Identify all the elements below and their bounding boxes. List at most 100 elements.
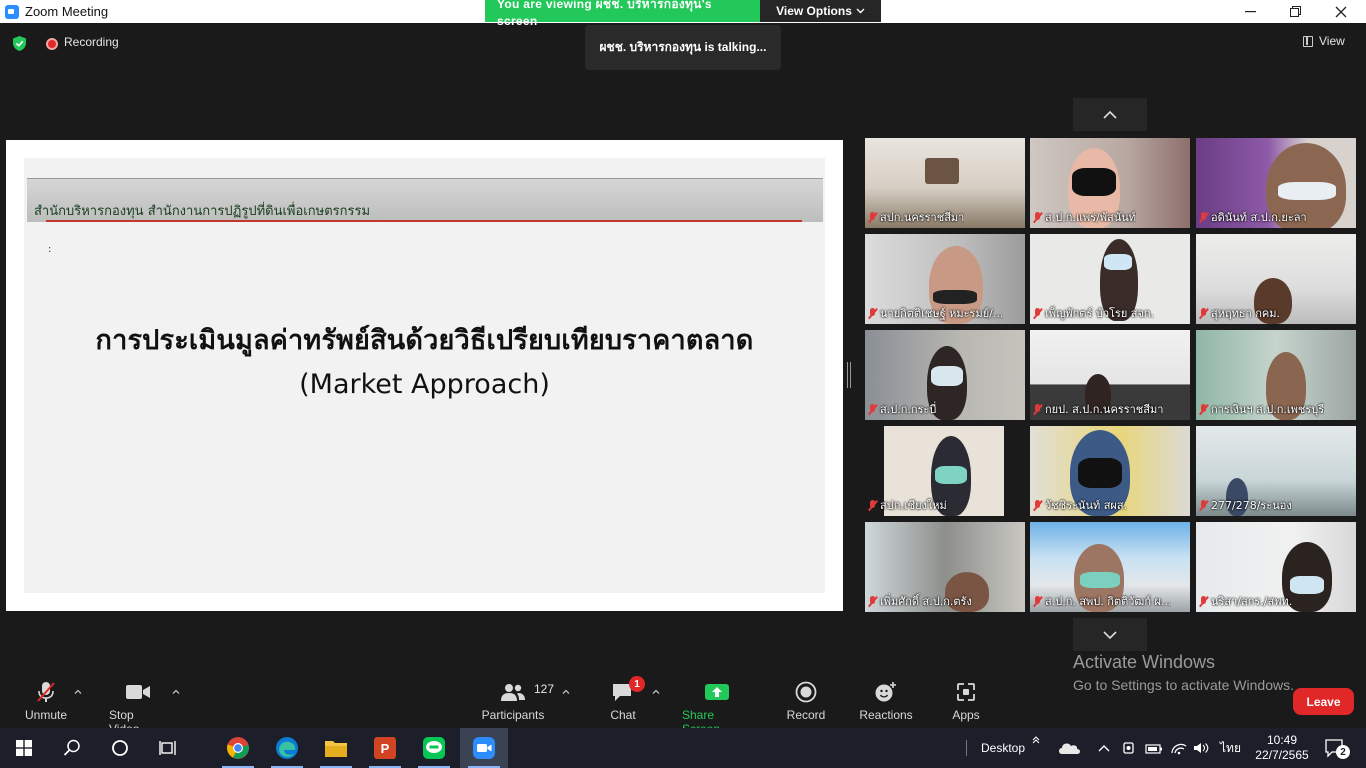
onedrive-tray[interactable] [1057, 728, 1081, 768]
security-shield-icon[interactable] [11, 35, 28, 52]
tile-name: 277/278/ระนอง [1199, 496, 1292, 514]
edge-icon [276, 737, 298, 759]
view-button[interactable]: View [1303, 34, 1345, 48]
tile-name: เพ็ญพักตร์ บัวโรย สจก. [1033, 304, 1154, 322]
tile-name: กยป. ส.ป.ก.นครราชสีมา [1033, 400, 1163, 418]
audio-options-caret[interactable] [74, 686, 82, 697]
taskbar-line[interactable] [410, 728, 458, 768]
reactions-button[interactable]: Reactions [859, 680, 913, 722]
video-tile[interactable]: สปก.เชียงใหม่ [865, 426, 1025, 516]
video-tile[interactable]: นายกิตติเชษฐ์ หมะรมย์/... [865, 234, 1025, 324]
reactions-label: Reactions [859, 708, 913, 722]
powerpoint-icon: P [374, 737, 396, 759]
gallery-page-down-button[interactable] [1073, 618, 1147, 651]
video-tile[interactable]: วัชชิระนันท์ สผส. [1030, 426, 1190, 516]
line-app-icon [423, 737, 445, 759]
slide-bullet: : [48, 244, 52, 255]
video-tile[interactable]: การเงินฯ ส.ป.ก.เพชรบุรี [1196, 330, 1356, 420]
input-language[interactable]: ไทย [1220, 728, 1241, 768]
video-options-caret[interactable] [172, 686, 180, 697]
video-tile[interactable]: เพ็ญพักตร์ บัวโรย สจก. [1030, 234, 1190, 324]
record-button[interactable]: Record [786, 680, 826, 722]
video-tile[interactable]: ส.ป.ก. สพป. กิตติวัฒก์ ผ... [1030, 522, 1190, 612]
desktop-toolbar[interactable]: Desktop [966, 728, 1025, 768]
tile-name: สุหฤทธา กคม. [1199, 304, 1280, 322]
video-tile[interactable]: อดินันท์ ส.ป.ก.ยะลา [1196, 138, 1356, 228]
record-icon [795, 681, 817, 703]
video-tile[interactable]: สปก.นครราชสีมา [865, 138, 1025, 228]
share-screen-icon [705, 684, 729, 700]
video-tile[interactable]: นริสา/สกร./สพท. [1196, 522, 1356, 612]
tile-name: อดินันท์ ส.ป.ก.ยะลา [1199, 208, 1307, 226]
close-button[interactable] [1318, 0, 1364, 23]
video-tile[interactable]: ส.ป.ก.กระบี่ [865, 330, 1025, 420]
chat-options-caret[interactable] [652, 686, 660, 697]
slide-title: การประเมินมูลค่าทรัพย์สินด้วยวิธีเปรียบเ… [95, 325, 754, 356]
tray-icons[interactable] [1122, 728, 1210, 768]
mic-muted-icon [1199, 211, 1208, 223]
tile-name: นริสา/สกร./สพท. [1199, 592, 1292, 610]
minimize-icon [1244, 10, 1256, 12]
viewing-label: You are viewing ผชช. บริหารกองทุน's scre… [485, 0, 760, 28]
mic-muted-icon [1033, 211, 1042, 223]
mic-muted-icon [1199, 403, 1208, 415]
clock-date: 22/7/2565 [1255, 748, 1309, 762]
chevron-up-icon [1103, 110, 1117, 119]
leave-button[interactable]: Leave [1293, 688, 1354, 715]
clock-time: 10:49 [1266, 733, 1298, 747]
mic-muted-icon [868, 211, 877, 223]
chat-unread-badge: 1 [629, 676, 645, 692]
clock[interactable]: 10:49 22/7/2565 [1250, 728, 1314, 768]
task-view-button[interactable] [144, 728, 192, 768]
slide-header-bar: สำนักบริหารกองทุน สำนักงานการปฏิรูปที่ดิ… [27, 178, 823, 222]
video-tile[interactable]: เพิ่มศักดิ์ ส.ป.ก.ตรัง [865, 522, 1025, 612]
slide-divider [46, 220, 802, 222]
recording-label[interactable]: Recording [64, 35, 119, 49]
chat-button[interactable]: 1 Chat [608, 676, 645, 722]
video-tile[interactable]: 277/278/ระนอง [1196, 426, 1356, 516]
svg-text:P: P [381, 741, 390, 756]
video-tile[interactable]: สุหฤทธา กคม. [1196, 234, 1356, 324]
chevron-up-icon [74, 689, 82, 694]
view-options-button[interactable]: View Options [760, 0, 881, 22]
participants-options-caret[interactable] [562, 686, 570, 697]
participants-icon [501, 684, 525, 701]
maximize-button[interactable] [1272, 0, 1318, 23]
slide-header-text: สำนักบริหารกองทุน สำนักงานการปฏิรูปที่ดิ… [34, 204, 371, 219]
cortana-button[interactable] [96, 728, 144, 768]
close-icon [1335, 6, 1347, 17]
apps-button[interactable]: Apps [952, 680, 980, 722]
cortana-circle-icon [112, 740, 128, 756]
taskbar-zoom[interactable] [460, 728, 508, 768]
start-button[interactable] [0, 728, 48, 768]
participants-button[interactable]: 127 Participants [482, 680, 554, 722]
mic-muted-icon [868, 595, 877, 607]
mic-muted-icon [1033, 499, 1042, 511]
action-center-button[interactable]: 2 [1324, 728, 1350, 768]
unmute-button[interactable]: Unmute [24, 680, 68, 722]
viewing-banner: You are viewing ผชช. บริหารกองทุน's scre… [485, 0, 881, 28]
desktop-expand-chevron[interactable] [1032, 720, 1041, 760]
split-resize-handle[interactable] [847, 362, 851, 388]
tile-name: ส.ป.ก.กระบี่ [868, 400, 936, 418]
participant-count: 127 [534, 682, 555, 696]
taskbar-chrome[interactable] [214, 728, 262, 768]
window-title: Zoom Meeting [25, 4, 109, 19]
show-hidden-icons[interactable] [1098, 728, 1110, 768]
taskbar-file-explorer[interactable] [312, 728, 360, 768]
mic-muted-icon [868, 307, 877, 319]
tile-name: สปก.นครราชสีมา [868, 208, 964, 226]
search-button[interactable] [48, 728, 96, 768]
taskbar-edge[interactable] [263, 728, 311, 768]
gallery-page-up-button[interactable] [1073, 98, 1147, 131]
notification-count-badge: 2 [1336, 745, 1350, 759]
restore-icon [1289, 6, 1301, 17]
minimize-button[interactable] [1227, 0, 1273, 23]
talking-indicator: ผชช. บริหารกองทุน is talking... [585, 25, 781, 70]
task-view-icon [159, 741, 176, 755]
apps-label: Apps [952, 708, 980, 722]
video-tile[interactable]: ส.ป.ก.แพร่/พัสนันท์ [1030, 138, 1190, 228]
taskbar-powerpoint[interactable]: P [361, 728, 409, 768]
video-tile[interactable]: กยป. ส.ป.ก.นครราชสีมา [1030, 330, 1190, 420]
tile-name: วัชชิระนันท์ สผส. [1033, 496, 1127, 514]
